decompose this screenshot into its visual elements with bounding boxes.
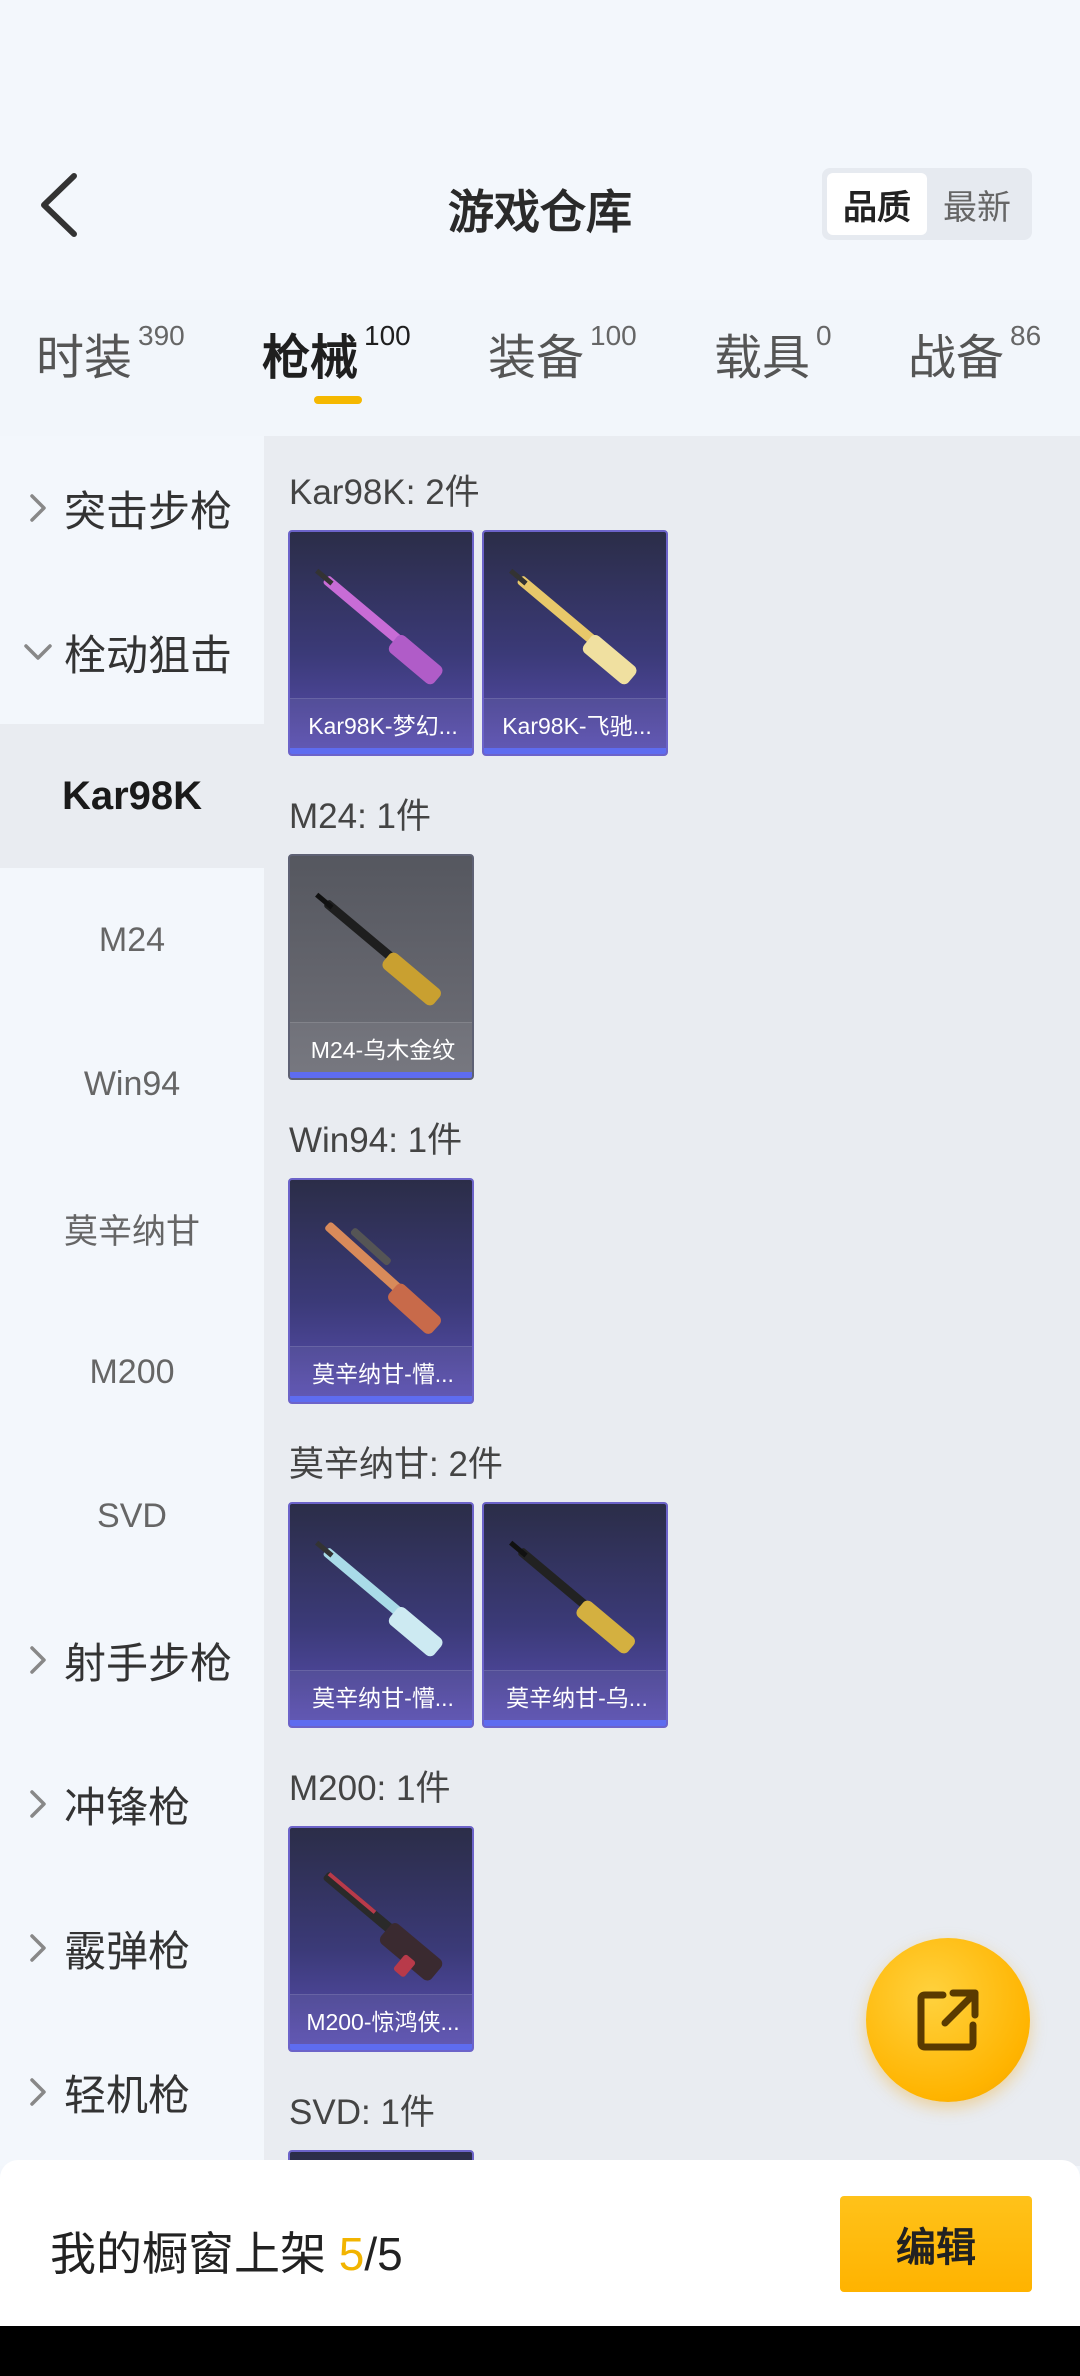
showcase-label: 我的橱窗上架 — [50, 2228, 339, 2280]
sidebar-item-label: M200 — [89, 1352, 175, 1391]
section-title: Win94: 1件 — [289, 1121, 463, 1160]
sidebar-item-label: 栓动狙击 — [64, 631, 233, 679]
rarity-bar — [290, 1072, 472, 1078]
share-button[interactable] — [866, 1938, 1030, 2102]
section-title: SVD: 1件 — [289, 2093, 435, 2132]
item-name: M24-乌木金纹 — [290, 1022, 472, 1072]
sidebar-item-label: Win94 — [83, 1064, 181, 1103]
chevron-right-icon — [22, 1788, 54, 1820]
section-title: M200: 1件 — [289, 1769, 451, 1808]
sidebar-group-smg[interactable]: 冲锋枪 — [0, 1732, 264, 1876]
chevron-right-icon — [22, 2076, 54, 2108]
chevron-down-icon — [22, 636, 54, 668]
edit-button[interactable]: 编辑 — [840, 2196, 1032, 2292]
tab-equipment[interactable]: 装备 100 — [488, 318, 637, 388]
rarity-bar — [290, 1720, 472, 1726]
app-root: 游戏仓库 品质 最新 时装 390 枪械 100 装备 100 载具 0 战备 … — [0, 0, 1080, 2376]
chevron-right-icon — [22, 492, 54, 524]
item-card[interactable]: 莫辛纳甘-懵... — [288, 1178, 474, 1404]
header: 游戏仓库 品质 最新 — [0, 0, 1080, 300]
section-title: Kar98K: 2件 — [289, 473, 480, 512]
tab-label: 载具 — [714, 332, 811, 385]
sidebar-item-kar98k[interactable]: Kar98K — [0, 724, 264, 868]
tab-supplies[interactable]: 战备 86 — [908, 318, 1041, 388]
item-name: Kar98K-梦幻... — [290, 698, 472, 748]
rarity-bar — [290, 1396, 472, 1402]
sidebar-group-shotgun[interactable]: 霰弹枪 — [0, 1876, 264, 2020]
sidebar-group-lmg[interactable]: 轻机枪 — [0, 2020, 264, 2164]
tab-count: 100 — [590, 320, 637, 351]
item-name: Kar98K-飞驰... — [484, 698, 666, 748]
item-card[interactable]: M24-乌木金纹 — [288, 854, 474, 1080]
tab-guns[interactable]: 枪械 100 — [262, 318, 411, 388]
rarity-bar — [290, 2044, 472, 2050]
sidebar-item-label: M24 — [98, 920, 166, 959]
bottom-bar: 我的橱窗上架 5/5 编辑 — [0, 2160, 1080, 2326]
sidebar-item-m200[interactable]: M200 — [0, 1300, 264, 1444]
rarity-bar — [290, 748, 472, 754]
tab-label: 枪械 — [262, 332, 359, 385]
sidebar-item-label: 射手步枪 — [64, 1639, 233, 1687]
tab-count: 0 — [816, 320, 832, 351]
sidebar-item-m24[interactable]: M24 — [0, 868, 264, 1012]
item-card[interactable]: 莫辛纳甘-懵... — [288, 1502, 474, 1728]
sidebar-group-assault-rifle[interactable]: 突击步枪 — [0, 436, 264, 580]
item-card[interactable]: Kar98K-飞驰... — [482, 530, 668, 756]
rifle-icon — [509, 568, 637, 685]
sidebar: 突击步枪 栓动狙击 Kar98K M24 Win94 莫辛纳甘 M200 SVD… — [0, 436, 264, 2166]
section-title: 莫辛纳甘: 2件 — [289, 1445, 503, 1484]
sidebar-item-svd[interactable]: SVD — [0, 1444, 264, 1588]
tab-label: 战备 — [908, 332, 1005, 385]
sidebar-item-label: 莫辛纳甘 — [64, 1212, 200, 1251]
showcase-count: 5 — [338, 2228, 365, 2280]
system-nav-bar — [0, 2326, 1080, 2376]
sidebar-item-label: 冲锋枪 — [64, 1783, 191, 1831]
item-card[interactable]: Kar98K-梦幻... — [288, 530, 474, 756]
item-name: 莫辛纳甘-懵... — [290, 1670, 472, 1720]
tab-skins[interactable]: 时装 390 — [36, 318, 185, 388]
sidebar-item-win94[interactable]: Win94 — [0, 1012, 264, 1156]
rarity-bar — [484, 748, 666, 754]
sidebar-group-bolt-sniper[interactable]: 栓动狙击 — [0, 580, 264, 724]
sort-option-quality[interactable]: 品质 — [827, 173, 927, 235]
rarity-bar — [484, 1720, 666, 1726]
item-card[interactable]: 莫辛纳甘-乌... — [482, 1502, 668, 1728]
tab-label: 装备 — [488, 332, 585, 385]
sidebar-item-label: 霰弹枪 — [64, 1927, 191, 1975]
tab-count: 390 — [138, 320, 185, 351]
item-name: 莫辛纳甘-懵... — [290, 1346, 472, 1396]
item-name: M200-惊鸿侠... — [290, 1994, 472, 2044]
rifle-icon — [323, 1872, 443, 1981]
tab-vehicles[interactable]: 载具 0 — [714, 318, 832, 388]
category-tabs: 时装 390 枪械 100 装备 100 载具 0 战备 86 — [0, 318, 1080, 418]
chevron-right-icon — [22, 1932, 54, 1964]
sort-option-latest[interactable]: 最新 — [927, 173, 1027, 235]
rifle-icon — [315, 892, 441, 1006]
sidebar-item-label: 突击步枪 — [64, 487, 233, 535]
rifle-icon — [509, 1540, 635, 1654]
external-link-icon — [917, 1989, 979, 2051]
item-grid-panel[interactable]: Kar98K: 2件 Kar98K-梦幻... Kar98K-飞驰... M24… — [264, 436, 1080, 2166]
sidebar-item-label: 轻机枪 — [64, 2071, 191, 2119]
sidebar-item-label: Kar98K — [61, 773, 203, 818]
showcase-status: 我的橱窗上架 5/5 — [50, 2218, 403, 2284]
rifle-icon — [325, 1222, 441, 1334]
section-title: M24: 1件 — [289, 797, 431, 836]
sidebar-item-label: SVD — [97, 1496, 167, 1535]
sort-toggle: 品质 最新 — [822, 168, 1032, 240]
chevron-right-icon — [22, 1644, 54, 1676]
sidebar-group-dmr[interactable]: 射手步枪 — [0, 1588, 264, 1732]
sidebar-item-mosin[interactable]: 莫辛纳甘 — [0, 1156, 264, 1300]
item-card[interactable]: M200-惊鸿侠... — [288, 1826, 474, 2052]
tab-count: 86 — [1010, 320, 1042, 351]
tab-count: 100 — [364, 320, 411, 351]
showcase-total: /5 — [364, 2228, 403, 2280]
rifle-icon — [315, 1540, 443, 1657]
tab-label: 时装 — [36, 332, 133, 385]
item-name: 莫辛纳甘-乌... — [484, 1670, 666, 1720]
rifle-icon — [315, 568, 443, 685]
active-tab-indicator — [314, 396, 362, 404]
